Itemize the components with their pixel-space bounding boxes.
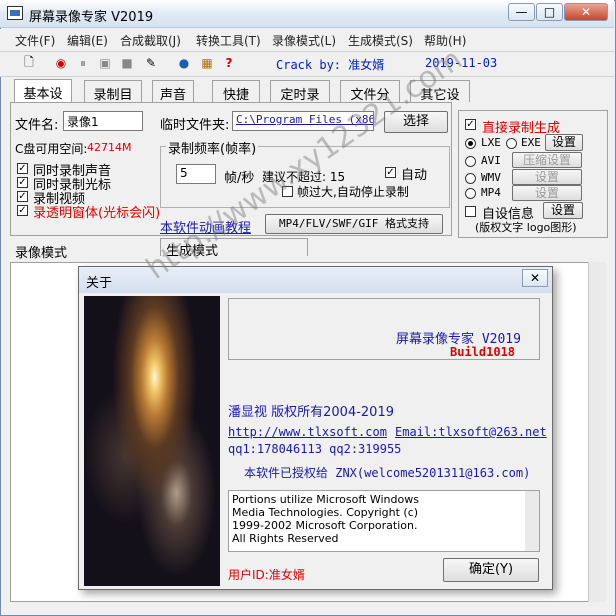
globe-icon[interactable]: ● bbox=[175, 54, 193, 72]
copyright-hint: (版权文字 logo图形) bbox=[475, 221, 577, 234]
fps-unit: 帧/秒 bbox=[224, 171, 255, 186]
disk-value: 42714M bbox=[87, 141, 132, 154]
notice-scrollbar[interactable] bbox=[525, 491, 539, 551]
lxe-settings-button[interactable]: 设置 bbox=[545, 134, 583, 151]
date-label: 2019-11-03 bbox=[425, 56, 498, 70]
avi-radio[interactable] bbox=[465, 156, 476, 167]
ok-button[interactable]: 确定(Y) bbox=[443, 558, 539, 582]
gen-mode-label: 生成模式 bbox=[166, 244, 219, 259]
qq-text: qq1:178046113 qq2:319955 bbox=[228, 442, 402, 456]
menu-edit[interactable]: 编辑(E) bbox=[67, 32, 108, 49]
notice-box: Portions utilize Microsoft Windows Media… bbox=[228, 490, 540, 552]
custom-info-settings-button[interactable]: 设置 bbox=[543, 202, 583, 219]
menu-record-mode[interactable]: 录像模式(L) bbox=[272, 32, 336, 49]
mp4-settings-button[interactable]: 设置 bbox=[512, 185, 582, 201]
close-button[interactable]: ✕ bbox=[564, 3, 608, 21]
crack-label: Crack by: 准女婿 bbox=[276, 58, 385, 72]
notice-line: Media Technologies. Copyright (c) bbox=[232, 506, 419, 519]
wmv-settings-button[interactable]: 设置 bbox=[512, 169, 582, 185]
mp4-radio[interactable] bbox=[465, 188, 476, 199]
tab-basic[interactable]: 基本设置 bbox=[14, 79, 72, 121]
tab-target[interactable]: 录制目标 bbox=[84, 80, 142, 122]
tutorial-link[interactable]: 本软件动画教程 bbox=[160, 217, 251, 236]
menu-compose[interactable]: 合成截取(J) bbox=[120, 32, 181, 49]
camera-icon[interactable]: ■ bbox=[118, 54, 136, 72]
transparent-checkbox[interactable]: ✓ bbox=[17, 205, 28, 216]
wmv-radio[interactable] bbox=[465, 173, 476, 184]
tab-sound[interactable]: 声音 bbox=[152, 80, 194, 103]
notice-line: All Rights Reserved bbox=[232, 532, 339, 545]
direct-checkbox[interactable]: ✓ bbox=[465, 119, 476, 130]
user-id: 用户ID:准女婿 bbox=[228, 568, 305, 582]
select-button[interactable]: 选择 bbox=[384, 111, 448, 133]
lxe-radio[interactable] bbox=[465, 138, 476, 149]
pause-icon[interactable]: ⏸ bbox=[74, 54, 92, 72]
format-button[interactable]: MP4/FLV/SWF/GIF 格式支持 bbox=[265, 214, 443, 234]
scrollbar[interactable] bbox=[588, 262, 606, 602]
compress-settings-button[interactable]: 压缩设置 bbox=[512, 152, 582, 168]
filename-input[interactable]: 录像1 bbox=[63, 111, 143, 131]
stop-icon[interactable]: ▣ bbox=[96, 54, 114, 72]
video-checkbox[interactable]: ✓ bbox=[17, 191, 28, 202]
menu-gen-mode[interactable]: 生成模式(S) bbox=[348, 32, 413, 49]
app-icon bbox=[7, 6, 23, 20]
tab-split[interactable]: 文件分割 bbox=[340, 80, 400, 122]
pen-icon[interactable]: ✎ bbox=[142, 54, 160, 72]
window-title: 屏幕录像专家 V2019 bbox=[29, 10, 154, 25]
tab-schedule[interactable]: 定时录制 bbox=[270, 80, 330, 122]
mp4-label: MP4 bbox=[481, 186, 501, 199]
about-close-button[interactable]: ✕ bbox=[522, 269, 548, 287]
exe-radio[interactable] bbox=[506, 138, 517, 149]
notice-line: 1999-2002 Microsoft Corporation. bbox=[232, 519, 418, 532]
record-mode-label[interactable]: 录像模式 bbox=[15, 242, 67, 261]
menu-tools[interactable]: 转换工具(T) bbox=[196, 32, 261, 49]
gift-icon[interactable]: ▦ bbox=[198, 54, 216, 72]
tempdir-label: 临时文件夹: bbox=[160, 118, 230, 133]
lxe-label: LXE bbox=[481, 136, 501, 149]
minimize-button[interactable]: — bbox=[508, 3, 535, 21]
email-link[interactable]: Email:tlxsoft@263.net bbox=[395, 425, 547, 439]
build-number: Build1018 bbox=[450, 345, 516, 359]
new-file-icon[interactable]: 🗋 bbox=[20, 54, 38, 72]
cursor-checkbox[interactable]: ✓ bbox=[17, 177, 28, 188]
copyright-text: 潘显视 版权所有2004-2019 bbox=[228, 405, 394, 420]
galaxy-image bbox=[84, 296, 220, 586]
tab-other[interactable]: 其它设置 bbox=[410, 80, 470, 122]
website-link[interactable]: http://www.tlxsoft.com bbox=[228, 425, 387, 439]
license-text: 本软件已授权给 ZNX(welcome5201311@163.com) bbox=[244, 466, 531, 480]
exe-label: EXE bbox=[521, 136, 541, 149]
menu-file[interactable]: 文件(F) bbox=[15, 32, 55, 49]
auto-label: 自动 bbox=[401, 168, 428, 183]
disk-label: C盘可用空间: bbox=[15, 142, 88, 156]
tempdir-input[interactable]: C:\Program Files (x86)\ bbox=[232, 111, 374, 131]
auto-stop-label: 帧过大,自动停止录制 bbox=[297, 185, 409, 199]
about-title: 关于 bbox=[86, 276, 113, 291]
transparent-label: 录透明窗体(光标会闪) bbox=[33, 206, 161, 221]
auto-stop-checkbox[interactable] bbox=[282, 186, 293, 197]
filename-label: 文件名: bbox=[15, 118, 59, 133]
custom-info-checkbox[interactable] bbox=[465, 206, 476, 217]
record-icon[interactable]: ◉ bbox=[52, 54, 70, 72]
tab-hotkey[interactable]: 快捷键 bbox=[212, 80, 260, 122]
sound-checkbox[interactable]: ✓ bbox=[17, 163, 28, 174]
auto-checkbox[interactable]: ✓ bbox=[385, 167, 396, 178]
help-icon[interactable]: ? bbox=[220, 54, 238, 72]
fps-group-label: 录制频率(帧率) bbox=[166, 138, 259, 157]
avi-label: AVI bbox=[481, 154, 501, 167]
notice-line: Portions utilize Microsoft Windows bbox=[232, 493, 419, 506]
wmv-label: WMV bbox=[481, 171, 501, 184]
about-title-bar bbox=[79, 267, 552, 293]
fps-input[interactable]: 5 bbox=[176, 164, 216, 184]
maximize-button[interactable]: □ bbox=[536, 3, 563, 21]
menu-help[interactable]: 帮助(H) bbox=[424, 32, 466, 49]
